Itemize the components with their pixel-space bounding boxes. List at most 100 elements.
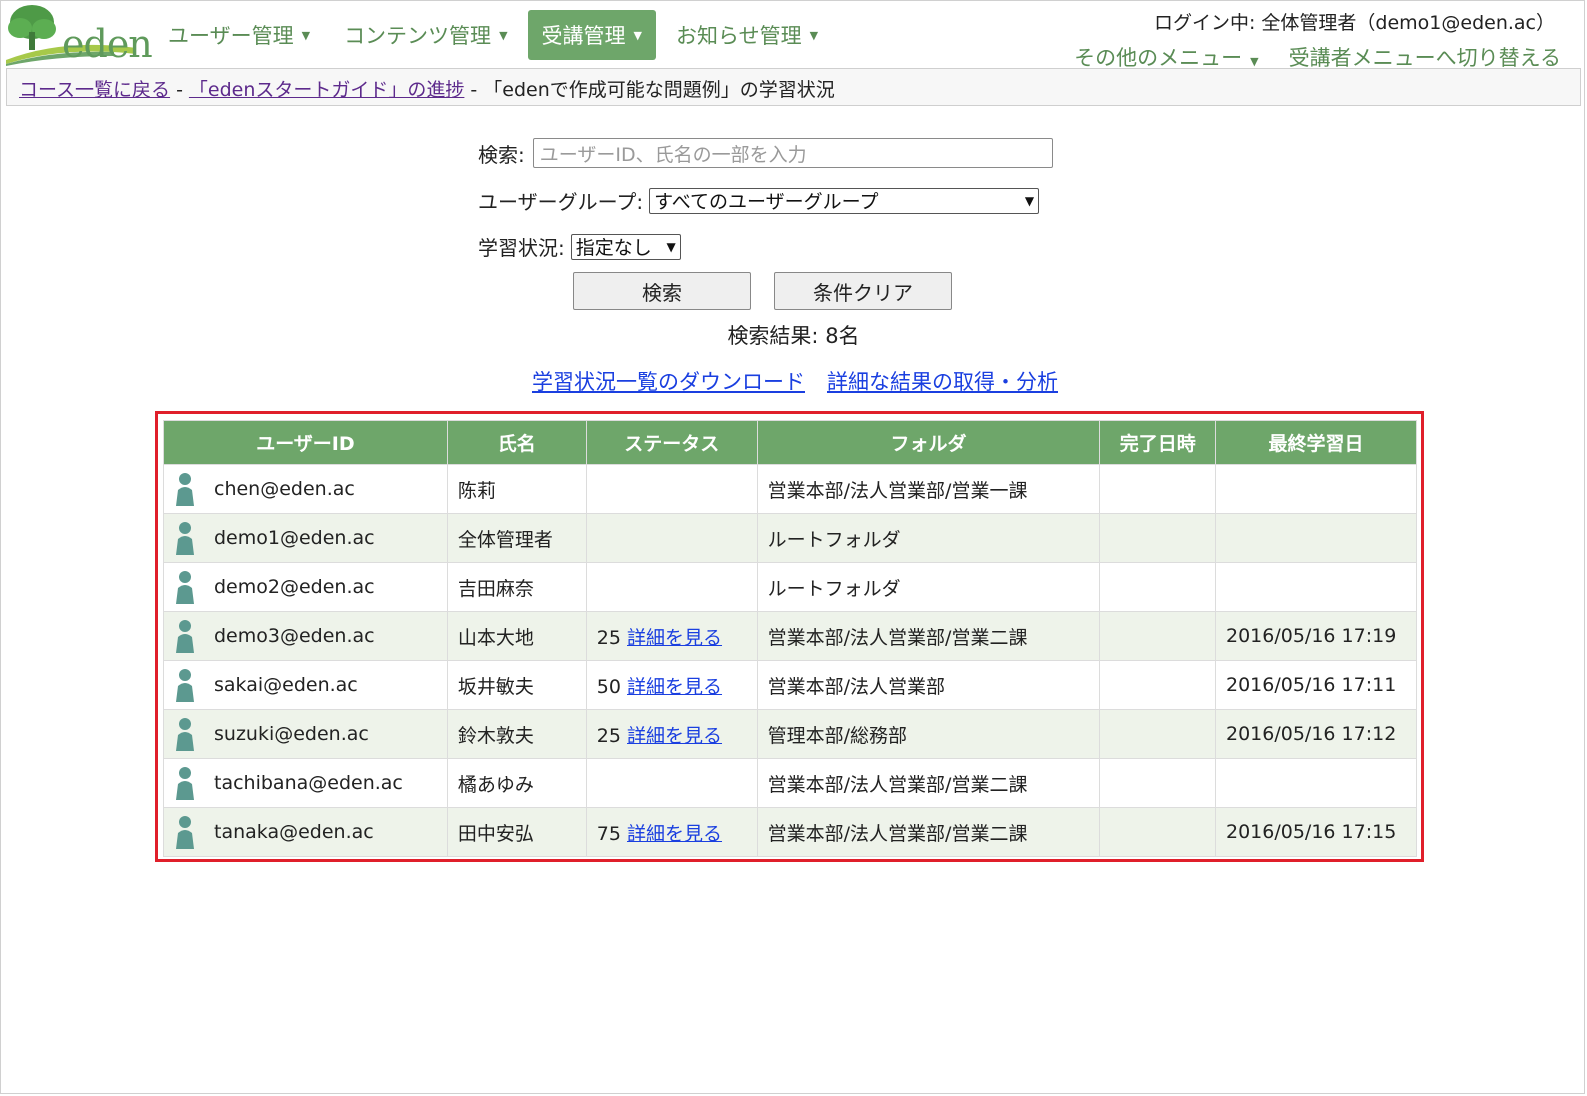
- user-id: suzuki@eden.ac: [214, 723, 369, 745]
- cell-completed-at: [1099, 807, 1216, 857]
- person-icon: [176, 473, 194, 506]
- cell-completed-at: [1099, 562, 1216, 612]
- nav-label: お知らせ管理: [676, 24, 802, 48]
- user-group-value: すべてのユーザーグループ: [654, 191, 879, 213]
- learning-status-table: ユーザーID 氏名 ステータス フォルダ 完了日時 最終学習日 chen@ede…: [163, 420, 1417, 857]
- chevron-down-icon: ▼: [1024, 193, 1035, 208]
- cell-completed-at: [1099, 611, 1216, 661]
- cell-folder: 管理本部/総務部: [756, 709, 1101, 759]
- cell-user-id: demo2@eden.ac: [163, 562, 448, 612]
- header-name[interactable]: 氏名: [446, 420, 587, 465]
- cell-last-study: 2016/05/16 17:12: [1215, 709, 1417, 759]
- detail-link[interactable]: 詳細を見る: [627, 725, 722, 747]
- breadcrumb-separator: -: [470, 79, 478, 101]
- eden-logo[interactable]: eden: [4, 2, 153, 66]
- caret-down-icon: ▼: [499, 28, 508, 42]
- logo-text: eden: [62, 22, 153, 66]
- header-folder[interactable]: フォルダ: [756, 420, 1101, 465]
- cell-name: 田中安弘: [446, 807, 587, 857]
- table-body: chen@eden.ac 陈莉 営業本部/法人営業部/営業一課 demo1@eden.…: [163, 464, 1417, 857]
- cell-folder: 営業本部/法人営業部: [756, 660, 1101, 710]
- table-row: sakai@eden.ac 坂井敏夫 50 詳細を見る 営業本部/法人営業部 2016/…: [163, 660, 1417, 710]
- search-result-count: 検索結果: 8名: [727, 324, 860, 348]
- cell-name: 陈莉: [446, 464, 587, 514]
- nav-user-management[interactable]: ユーザー管理 ▼: [154, 10, 324, 60]
- detail-link[interactable]: 詳細を見る: [627, 627, 722, 649]
- cell-user-id: tanaka@eden.ac: [163, 807, 448, 857]
- cell-folder: 営業本部/法人営業部/営業二課: [756, 807, 1101, 857]
- cell-user-id: suzuki@eden.ac: [163, 709, 448, 759]
- user-id: demo1@eden.ac: [214, 527, 375, 549]
- table-row: suzuki@eden.ac 鈴木敦夫 25 詳細を見る 管理本部/総務部 2016/0…: [163, 709, 1417, 759]
- status-row: 学習状況: 指定なし ▼: [478, 232, 681, 261]
- cell-last-study: 2016/05/16 17:11: [1215, 660, 1417, 710]
- clear-button[interactable]: 条件クリア: [774, 272, 952, 310]
- cell-status: 25 詳細を見る: [585, 709, 758, 759]
- cell-status: 75 詳細を見る: [585, 807, 758, 857]
- cell-name: 全体管理者: [446, 513, 587, 563]
- cell-last-study: [1215, 464, 1417, 514]
- header-completed-at[interactable]: 完了日時: [1099, 420, 1216, 465]
- person-icon: [176, 816, 194, 849]
- cell-completed-at: [1099, 464, 1216, 514]
- header-status[interactable]: ステータス: [585, 420, 758, 465]
- search-input[interactable]: ユーザーID、氏名の一部を入力: [532, 138, 1053, 168]
- user-id: demo3@eden.ac: [214, 625, 375, 647]
- chevron-down-icon: ▼: [666, 239, 676, 254]
- detail-link[interactable]: 詳細を見る: [627, 676, 722, 698]
- breadcrumb: コース一覧に戻る - 「edenスタートガイド」の進捗 - 「edenで作成可能な問題例…: [6, 68, 1581, 106]
- cell-name: 山本大地: [446, 611, 587, 661]
- cell-user-id: chen@eden.ac: [163, 464, 448, 514]
- table-row: demo3@eden.ac 山本大地 25 詳細を見る 営業本部/法人営業部/営業二課…: [163, 611, 1417, 661]
- caret-down-icon: ▼: [1250, 55, 1259, 68]
- person-icon: [176, 767, 194, 800]
- cell-last-study: 2016/05/16 17:15: [1215, 807, 1417, 857]
- person-icon: [176, 571, 194, 604]
- user-id: tanaka@eden.ac: [214, 821, 374, 843]
- download-link[interactable]: 学習状況一覧のダウンロード: [532, 366, 805, 396]
- cell-name: 坂井敏夫: [446, 660, 587, 710]
- user-group-select[interactable]: すべてのユーザーグループ ▼: [649, 187, 1040, 214]
- breadcrumb-course-list[interactable]: コース一覧に戻る: [19, 79, 170, 101]
- status-score: 75: [596, 822, 621, 845]
- nav-notice-management[interactable]: お知らせ管理 ▼: [662, 10, 832, 60]
- cell-completed-at: [1099, 758, 1216, 808]
- nav-label: ユーザー管理: [168, 24, 294, 48]
- cell-status: [585, 562, 758, 612]
- cell-user-id: demo1@eden.ac: [163, 513, 448, 563]
- user-id: demo2@eden.ac: [214, 576, 375, 598]
- table-row: demo1@eden.ac 全体管理者 ルートフォルダ: [163, 513, 1417, 563]
- cell-last-study: 2016/05/16 17:19: [1215, 611, 1417, 661]
- detail-link[interactable]: 詳細を見る: [627, 823, 722, 845]
- other-menu-label: その他のメニュー: [1074, 46, 1243, 70]
- learning-status-select[interactable]: 指定なし ▼: [570, 233, 681, 260]
- cell-last-study: [1215, 513, 1417, 563]
- group-row: ユーザーグループ: すべてのユーザーグループ ▼: [478, 186, 1040, 215]
- cell-folder: ルートフォルダ: [756, 562, 1101, 612]
- cell-name: 鈴木敦夫: [446, 709, 587, 759]
- nav-course-management[interactable]: 受講管理 ▼: [527, 10, 656, 60]
- breadcrumb-progress[interactable]: 「edenスタートガイド」の進捗: [189, 79, 464, 101]
- header-last-study[interactable]: 最終学習日: [1215, 420, 1417, 465]
- breadcrumb-current: 「edenで作成可能な問題例」の学習状況: [483, 79, 835, 101]
- cell-status: [585, 464, 758, 514]
- header-user-id[interactable]: ユーザーID: [163, 420, 448, 465]
- search-button[interactable]: 検索: [573, 272, 751, 310]
- learning-status-value: 指定なし: [575, 237, 652, 259]
- table-row: demo2@eden.ac 吉田麻奈 ルートフォルダ: [163, 562, 1417, 612]
- user-id: tachibana@eden.ac: [214, 772, 403, 794]
- status-label: 学習状況:: [478, 236, 565, 260]
- group-label: ユーザーグループ:: [478, 190, 644, 214]
- nav-label: コンテンツ管理: [344, 24, 492, 48]
- cell-status: [585, 513, 758, 563]
- breadcrumb-separator: -: [176, 79, 183, 101]
- nav-content-management[interactable]: コンテンツ管理 ▼: [330, 10, 521, 60]
- cell-folder: ルートフォルダ: [756, 513, 1101, 563]
- analysis-link[interactable]: 詳細な結果の取得・分析: [827, 366, 1058, 396]
- table-row: chen@eden.ac 陈莉 営業本部/法人営業部/営業一課: [163, 464, 1417, 514]
- action-links: 学習状況一覧のダウンロード 詳細な結果の取得・分析: [532, 366, 1058, 396]
- cell-folder: 営業本部/法人営業部/営業二課: [756, 611, 1101, 661]
- person-icon: [176, 718, 194, 751]
- table-row: tachibana@eden.ac 橘あゆみ 営業本部/法人営業部/営業二課: [163, 758, 1417, 808]
- nav-label: 受講管理: [541, 24, 626, 48]
